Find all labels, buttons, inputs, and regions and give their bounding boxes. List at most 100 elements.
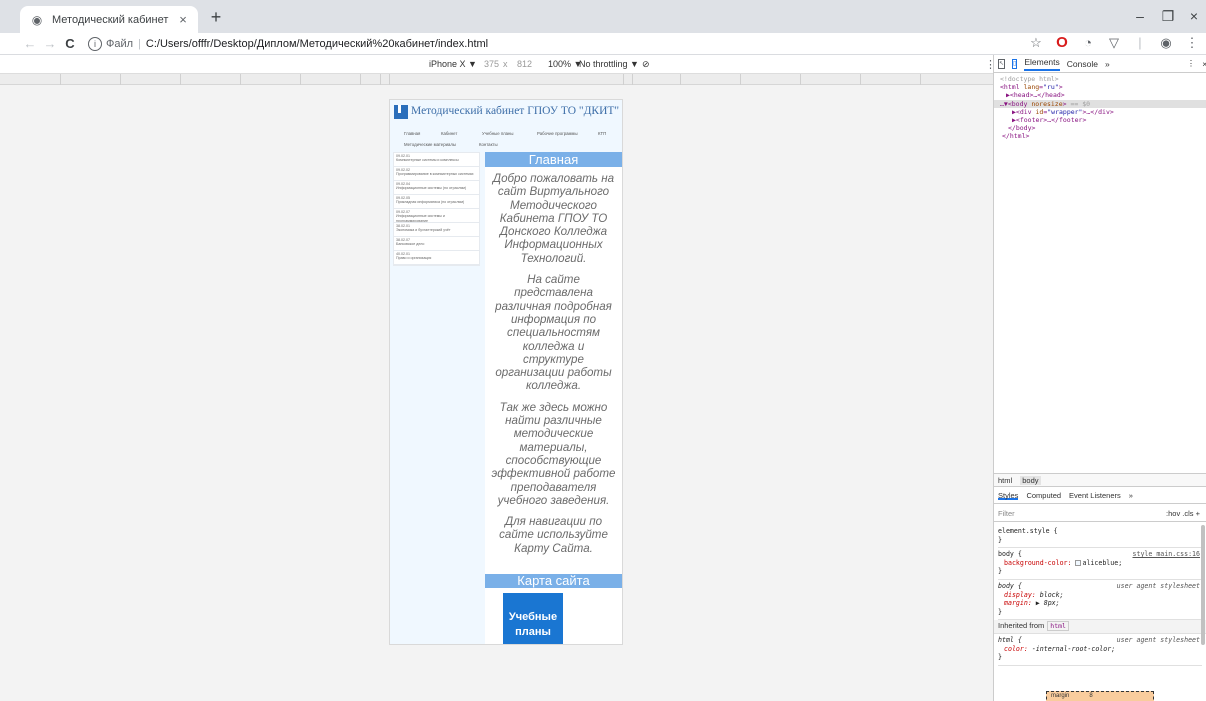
specialty-sidebar: 09.02.01 Компьютерные системы и комплексы… bbox=[393, 152, 480, 266]
dom-body-close[interactable]: </body> bbox=[1000, 124, 1206, 132]
inherited-tag[interactable]: html bbox=[1047, 621, 1069, 632]
breadcrumb-html[interactable]: html bbox=[998, 476, 1012, 485]
info-icon[interactable]: i bbox=[88, 36, 102, 51]
address-separator: | bbox=[138, 37, 141, 50]
close-window-button[interactable]: × bbox=[1184, 8, 1204, 24]
more-tabs-button[interactable]: » bbox=[1105, 59, 1110, 69]
navigation-paragraph: Для навигации по сайте используйте Карту… bbox=[499, 515, 608, 555]
back-button[interactable]: ← bbox=[20, 36, 40, 51]
site-logo bbox=[394, 105, 408, 119]
dom-tree: <!doctype html> <html lang="ru"> ▶<head>… bbox=[994, 73, 1206, 141]
forward-button[interactable]: → bbox=[40, 36, 60, 51]
nav-link-cabinet[interactable]: Кабинет bbox=[441, 131, 457, 136]
sidebar-item[interactable]: 09.02.05 Прикладная информатика (по отрас… bbox=[394, 195, 479, 209]
sidebar-item[interactable]: 09.02.01 Компьютерные системы и комплексы bbox=[394, 153, 479, 167]
nav-link-home[interactable]: Главная bbox=[404, 131, 420, 136]
account-icon[interactable]: ◉ bbox=[1158, 35, 1174, 51]
sitemap-tile-plans[interactable]: Учебные планы bbox=[503, 593, 563, 644]
nav-link-plans[interactable]: Учебные планы bbox=[482, 131, 514, 136]
device-mode-icon[interactable]: ▯ bbox=[1012, 58, 1018, 69]
address-scheme: Файл bbox=[106, 37, 134, 50]
dom-wrapper[interactable]: ▶<div id="wrapper">…</div> bbox=[1000, 108, 1206, 116]
styles-filter-input[interactable]: Filter :hov .cls + bbox=[994, 505, 1206, 522]
sitemap-title: Карта сайта bbox=[485, 574, 622, 589]
filter-toggles[interactable]: :hov .cls + bbox=[1166, 509, 1200, 518]
dom-footer[interactable]: ▶<footer>…</footer> bbox=[1000, 116, 1206, 124]
dom-doctype[interactable]: <!doctype html> bbox=[1000, 75, 1206, 83]
box-model-label: margin bbox=[1051, 693, 1070, 699]
main-section-title: Главная bbox=[485, 152, 622, 167]
address-url[interactable]: C:/Users/offfr/Desktop/Диплом/Методическ… bbox=[146, 38, 488, 50]
dom-html-close[interactable]: </html> bbox=[1000, 132, 1206, 140]
menu-icon[interactable]: ⋮ bbox=[1184, 35, 1200, 51]
info-paragraph: На сайте представлена различная подробна… bbox=[495, 273, 612, 393]
site-header: Методический кабинет ГПОУ ТО "ДКИТ" bbox=[390, 103, 622, 125]
tab-close-button[interactable]: × bbox=[176, 12, 190, 27]
sidebar-item[interactable]: 38.02.07 Банковское дело bbox=[394, 237, 479, 251]
devtools-tabs: ↖ ▯ Elements Console » ⋮ × bbox=[994, 55, 1206, 73]
dom-head[interactable]: ▶<head>…</head> bbox=[1000, 91, 1206, 99]
nav-link-programs[interactable]: Рабочие программы bbox=[537, 131, 578, 136]
rotate-icon[interactable]: ⊘ bbox=[642, 59, 650, 70]
sidebar-item[interactable]: 09.02.07 Информационные системы и програм… bbox=[394, 209, 479, 223]
tab-styles[interactable]: Styles bbox=[998, 491, 1019, 500]
new-tab-button[interactable]: + bbox=[206, 7, 226, 28]
styles-scrollbar[interactable] bbox=[1201, 525, 1205, 645]
sidebar-item[interactable]: 09.02.04 Информационные системы (по отрас… bbox=[394, 181, 479, 195]
throttling-select[interactable]: No throttling ▼ bbox=[579, 59, 639, 69]
rule-source-link[interactable]: style main.css:16 bbox=[1133, 550, 1201, 559]
dom-html[interactable]: <html lang="ru"> bbox=[1000, 83, 1206, 91]
star-icon[interactable]: ☆ bbox=[1028, 35, 1044, 51]
tab-console[interactable]: Console bbox=[1067, 59, 1098, 69]
media-query-ruler bbox=[0, 74, 993, 85]
materials-paragraph: Так же здесь можно найти различные метод… bbox=[491, 400, 616, 507]
toolbar-actions: ☆ O ◔ ▽ | ◉ ⋮ bbox=[1028, 35, 1200, 51]
shield-icon[interactable]: ▽ bbox=[1106, 35, 1122, 51]
nav-link-ktp[interactable]: КТП bbox=[598, 131, 606, 136]
color-swatch[interactable] bbox=[1075, 559, 1082, 566]
browser-tab[interactable]: ◉ Методический кабинет × bbox=[20, 6, 198, 33]
ua-html-rule[interactable]: user agent stylesheet html { color: -int… bbox=[998, 634, 1202, 666]
tab-event-listeners[interactable]: Event Listeners bbox=[1069, 491, 1121, 500]
devtools-close-button[interactable]: × bbox=[1202, 59, 1206, 69]
emulated-viewport: Методический кабинет ГПОУ ТО "ДКИТ" Глав… bbox=[0, 85, 993, 701]
inspect-icon[interactable]: ↖ bbox=[998, 58, 1006, 69]
devtools-menu-button[interactable]: ⋮ bbox=[1187, 58, 1196, 69]
browser-toolbar: ← → C i Файл | C:/Users/offfr/Desktop/Ди… bbox=[0, 33, 1206, 55]
toolbar-divider: | bbox=[1138, 35, 1142, 50]
dom-body[interactable]: …▼<body noresize> == $0 bbox=[994, 99, 1206, 108]
box-model-value: 8 bbox=[1089, 693, 1093, 699]
device-width[interactable]: 375 bbox=[484, 59, 499, 69]
opera-icon[interactable]: O bbox=[1054, 35, 1070, 51]
extension-icon[interactable]: ◔ bbox=[1080, 35, 1096, 51]
device-select[interactable]: iPhone X ▼ bbox=[429, 59, 477, 69]
device-toolbar: iPhone X ▼ 375 x 812 100% ▼ No throttlin… bbox=[0, 55, 996, 74]
site-title: Методический кабинет ГПОУ ТО "ДКИТ" bbox=[411, 105, 620, 117]
element-style-rule[interactable]: element.style { } bbox=[998, 525, 1202, 549]
sidebar-item[interactable]: 38.02.01 Экономика и бухгалтерский учёт bbox=[394, 223, 479, 237]
breadcrumb: html body bbox=[994, 473, 1206, 487]
box-model-diagram: margin 8 bbox=[1046, 691, 1154, 701]
devtools-panel: ↖ ▯ Elements Console » ⋮ × <!doctype htm… bbox=[993, 55, 1206, 701]
address-bar[interactable]: i Файл | C:/Users/offfr/Desktop/Диплом/М… bbox=[88, 34, 488, 54]
device-height[interactable]: 812 bbox=[517, 59, 532, 69]
tab-elements[interactable]: Elements bbox=[1024, 57, 1060, 71]
sidebar-item[interactable]: 40.02.01 Право и организация bbox=[394, 251, 479, 265]
sidebar-item[interactable]: 09.02.02 Программирование в компьютерных … bbox=[394, 167, 479, 181]
subtabs-more[interactable]: » bbox=[1129, 491, 1133, 500]
zoom-select[interactable]: 100% ▼ bbox=[548, 59, 582, 69]
maximize-button[interactable]: ❐ bbox=[1158, 8, 1178, 25]
nav-link-materials[interactable]: Методические материалы bbox=[404, 142, 456, 147]
reload-button[interactable]: C bbox=[60, 36, 80, 51]
globe-icon: ◉ bbox=[31, 12, 43, 27]
minimize-button[interactable]: – bbox=[1130, 8, 1150, 24]
device-frame: Методический кабинет ГПОУ ТО "ДКИТ" Глав… bbox=[389, 99, 623, 645]
body-style-rule[interactable]: style main.css:16 body { background-colo… bbox=[998, 548, 1202, 580]
welcome-paragraph: Добро пожаловать на сайт Виртуального Ме… bbox=[492, 172, 615, 265]
nav-link-contacts[interactable]: Контакты bbox=[479, 142, 498, 147]
main-content: Главная Добро пожаловать на сайт Виртуал… bbox=[485, 152, 622, 644]
breadcrumb-body[interactable]: body bbox=[1020, 476, 1041, 485]
tab-computed[interactable]: Computed bbox=[1026, 491, 1061, 500]
ua-body-rule[interactable]: user agent stylesheet body { display: bl… bbox=[998, 580, 1202, 621]
tab-title: Методический кабинет bbox=[52, 13, 169, 26]
